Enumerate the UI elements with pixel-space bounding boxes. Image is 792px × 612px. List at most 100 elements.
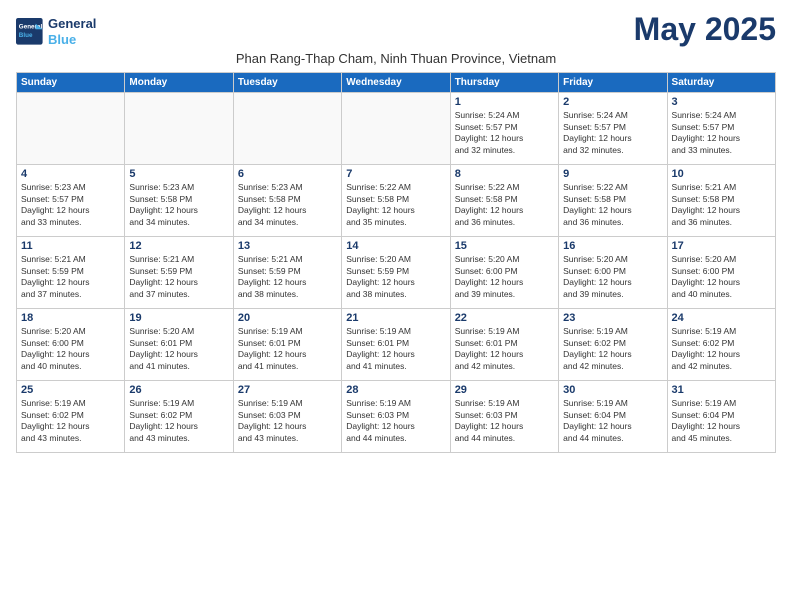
day-number: 22 — [455, 312, 554, 324]
day-number: 8 — [455, 168, 554, 180]
day-detail: Sunrise: 5:23 AM Sunset: 5:58 PM Dayligh… — [129, 182, 228, 228]
table-row: 20Sunrise: 5:19 AM Sunset: 6:01 PM Dayli… — [233, 309, 341, 381]
day-number: 11 — [21, 240, 120, 252]
table-row: 7 Sunrise: 5:22 AM Sunset: 5:58 PM Daylig… — [342, 165, 450, 237]
day-detail: Sunrise: 5:20 AM Sunset: 6:00 PM Dayligh… — [455, 254, 554, 300]
day-detail: Sunrise: 5:24 AM Sunset: 5:57 PM Dayligh… — [672, 110, 771, 156]
day-detail: Sunrise: 5:21 AM Sunset: 5:59 PM Dayligh… — [238, 254, 337, 300]
table-row: 23Sunrise: 5:19 AM Sunset: 6:02 PM Dayli… — [559, 309, 667, 381]
day-number: 29 — [455, 384, 554, 396]
day-detail: Sunrise: 5:19 AM Sunset: 6:02 PM Dayligh… — [21, 398, 120, 444]
col-tuesday: Tuesday — [233, 73, 341, 93]
table-row: 11 Sunrise: 5:21 AM Sunset: 5:59 PM Dayli… — [17, 237, 125, 309]
day-number: 18 — [21, 312, 120, 324]
day-detail: Sunrise: 5:23 AM Sunset: 5:57 PM Dayligh… — [21, 182, 120, 228]
calendar-row: 25Sunrise: 5:19 AM Sunset: 6:02 PM Dayli… — [17, 381, 776, 453]
day-number: 13 — [238, 240, 337, 252]
col-wednesday: Wednesday — [342, 73, 450, 93]
day-number: 15 — [455, 240, 554, 252]
table-row: 31 Sunrise: 5:19 AM Sunset: 6:04 PM Dayli… — [667, 381, 775, 453]
calendar-body: 1Sunrise: 5:24 AM Sunset: 5:57 PM Daylig… — [17, 93, 776, 453]
day-detail: Sunrise: 5:22 AM Sunset: 5:58 PM Dayligh… — [563, 182, 662, 228]
day-number: 17 — [672, 240, 771, 252]
col-saturday: Saturday — [667, 73, 775, 93]
calendar: Sunday Monday Tuesday Wednesday Thursday… — [16, 72, 776, 453]
day-number: 23 — [563, 312, 662, 324]
table-row: 10 Sunrise: 5:21 AM Sunset: 5:58 PM Dayli… — [667, 165, 775, 237]
day-number: 12 — [129, 240, 228, 252]
table-row: 19 Sunrise: 5:20 AM Sunset: 6:01 PM Dayli… — [125, 309, 233, 381]
day-number: 31 — [672, 384, 771, 396]
table-row: 15 Sunrise: 5:20 AM Sunset: 6:00 PM Dayli… — [450, 237, 558, 309]
day-detail: Sunrise: 5:21 AM Sunset: 5:58 PM Dayligh… — [672, 182, 771, 228]
table-row — [342, 93, 450, 165]
day-number: 4 — [21, 168, 120, 180]
day-detail: Sunrise: 5:19 AM Sunset: 6:04 PM Dayligh… — [672, 398, 771, 444]
logo-line1: General — [48, 16, 96, 31]
col-sunday: Sunday — [17, 73, 125, 93]
day-number: 20 — [238, 312, 337, 324]
day-number: 2 — [563, 96, 662, 108]
day-number: 21 — [346, 312, 445, 324]
col-thursday: Thursday — [450, 73, 558, 93]
calendar-row: 18 Sunrise: 5:20 AM Sunset: 6:00 PM Dayli… — [17, 309, 776, 381]
table-row: 1Sunrise: 5:24 AM Sunset: 5:57 PM Daylig… — [450, 93, 558, 165]
table-row: 8 Sunrise: 5:22 AM Sunset: 5:58 PM Daylig… — [450, 165, 558, 237]
day-number: 19 — [129, 312, 228, 324]
day-detail: Sunrise: 5:19 AM Sunset: 6:02 PM Dayligh… — [129, 398, 228, 444]
table-row — [125, 93, 233, 165]
table-row: 4 Sunrise: 5:23 AM Sunset: 5:57 PM Daylig… — [17, 165, 125, 237]
day-number: 24 — [672, 312, 771, 324]
day-number: 3 — [672, 96, 771, 108]
calendar-row: 1Sunrise: 5:24 AM Sunset: 5:57 PM Daylig… — [17, 93, 776, 165]
day-detail: Sunrise: 5:20 AM Sunset: 5:59 PM Dayligh… — [346, 254, 445, 300]
table-row: 9 Sunrise: 5:22 AM Sunset: 5:58 PM Daylig… — [559, 165, 667, 237]
table-row: 24 Sunrise: 5:19 AM Sunset: 6:02 PM Dayli… — [667, 309, 775, 381]
day-number: 9 — [563, 168, 662, 180]
day-number: 5 — [129, 168, 228, 180]
table-row — [17, 93, 125, 165]
day-number: 26 — [129, 384, 228, 396]
table-row: 26 Sunrise: 5:19 AM Sunset: 6:02 PM Dayli… — [125, 381, 233, 453]
day-detail: Sunrise: 5:24 AM Sunset: 5:57 PM Dayligh… — [455, 110, 554, 156]
table-row — [233, 93, 341, 165]
day-number: 16 — [563, 240, 662, 252]
table-row: 18 Sunrise: 5:20 AM Sunset: 6:00 PM Dayli… — [17, 309, 125, 381]
table-row: 25Sunrise: 5:19 AM Sunset: 6:02 PM Dayli… — [17, 381, 125, 453]
day-number: 7 — [346, 168, 445, 180]
table-row: 5 Sunrise: 5:23 AM Sunset: 5:58 PM Daylig… — [125, 165, 233, 237]
title-block: May 2025 — [634, 12, 776, 47]
day-number: 10 — [672, 168, 771, 180]
day-detail: Sunrise: 5:21 AM Sunset: 5:59 PM Dayligh… — [129, 254, 228, 300]
logo-icon: General Blue — [16, 18, 44, 46]
day-detail: Sunrise: 5:22 AM Sunset: 5:58 PM Dayligh… — [346, 182, 445, 228]
day-detail: Sunrise: 5:21 AM Sunset: 5:59 PM Dayligh… — [21, 254, 120, 300]
day-detail: Sunrise: 5:23 AM Sunset: 5:58 PM Dayligh… — [238, 182, 337, 228]
table-row: 3 Sunrise: 5:24 AM Sunset: 5:57 PM Daylig… — [667, 93, 775, 165]
subtitle: Phan Rang-Thap Cham, Ninh Thuan Province… — [16, 51, 776, 66]
day-detail: Sunrise: 5:19 AM Sunset: 6:03 PM Dayligh… — [346, 398, 445, 444]
day-number: 14 — [346, 240, 445, 252]
table-row: 29Sunrise: 5:19 AM Sunset: 6:03 PM Dayli… — [450, 381, 558, 453]
month-title: May 2025 — [634, 12, 776, 47]
day-number: 6 — [238, 168, 337, 180]
day-number: 30 — [563, 384, 662, 396]
table-row: 6 Sunrise: 5:23 AM Sunset: 5:58 PM Daylig… — [233, 165, 341, 237]
day-detail: Sunrise: 5:22 AM Sunset: 5:58 PM Dayligh… — [455, 182, 554, 228]
table-row: 16Sunrise: 5:20 AM Sunset: 6:00 PM Dayli… — [559, 237, 667, 309]
day-detail: Sunrise: 5:19 AM Sunset: 6:02 PM Dayligh… — [672, 326, 771, 372]
day-detail: Sunrise: 5:19 AM Sunset: 6:01 PM Dayligh… — [346, 326, 445, 372]
day-detail: Sunrise: 5:20 AM Sunset: 6:00 PM Dayligh… — [672, 254, 771, 300]
col-friday: Friday — [559, 73, 667, 93]
day-detail: Sunrise: 5:20 AM Sunset: 6:01 PM Dayligh… — [129, 326, 228, 372]
logo-text: General Blue — [48, 16, 96, 47]
day-detail: Sunrise: 5:20 AM Sunset: 6:00 PM Dayligh… — [21, 326, 120, 372]
header-row: Sunday Monday Tuesday Wednesday Thursday… — [17, 73, 776, 93]
table-row: 17 Sunrise: 5:20 AM Sunset: 6:00 PM Dayli… — [667, 237, 775, 309]
day-detail: Sunrise: 5:19 AM Sunset: 6:04 PM Dayligh… — [563, 398, 662, 444]
logo-line2: Blue — [48, 32, 76, 47]
day-detail: Sunrise: 5:19 AM Sunset: 6:01 PM Dayligh… — [455, 326, 554, 372]
logo: General Blue General Blue — [16, 16, 96, 47]
table-row: 27Sunrise: 5:19 AM Sunset: 6:03 PM Dayli… — [233, 381, 341, 453]
table-row: 13 Sunrise: 5:21 AM Sunset: 5:59 PM Dayli… — [233, 237, 341, 309]
